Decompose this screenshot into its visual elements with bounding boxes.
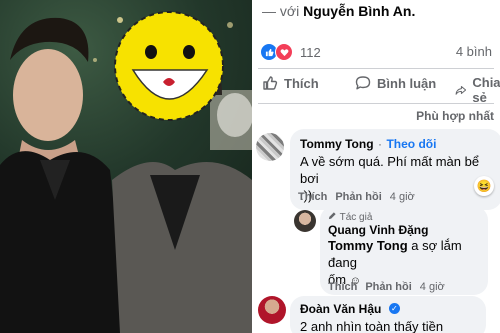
author-badge: Tác giả [328,211,480,223]
tag-line: — với Nguyễn Bình An. [262,3,415,19]
author-avatar[interactable] [294,210,316,232]
reply-like-button[interactable]: Thích [328,281,357,293]
comment-text: 2 anh nhìn toàn thấy tiền [300,319,444,333]
post-photo[interactable] [0,0,252,333]
comment-author[interactable]: Tommy Tong [300,137,374,151]
reaction-summary[interactable]: 112 [260,43,321,61]
comment-reply-button[interactable]: Phản hồi [335,191,381,203]
comment-label: Bình luận [377,75,437,91]
share-count[interactable]: 4 bình [456,44,492,59]
tagged-friend-link[interactable]: Nguyễn Bình An. [303,3,415,19]
comment-author[interactable]: Đoàn Văn Hậu [300,302,381,316]
comment-meta: Thích Phản hồi 4 giờ [298,191,415,203]
emoji-face-sticker [114,11,224,121]
commenter-avatar-blurred[interactable] [256,133,284,161]
share-label: Chia sẻ [472,75,500,105]
reply-meta: Thích Phản hồi 4 giờ [328,281,445,293]
share-button[interactable]: Chia sẻ [455,75,500,105]
reaction-emoji: 😆 [476,179,492,193]
share-arrow-icon [455,85,467,95]
thumbs-up-icon [263,76,278,90]
mention-link[interactable]: Tommy Tong [328,238,408,253]
comment-text: A về sớm quá. Phí mất màn bể bơi [300,154,480,186]
divider [258,68,494,69]
reaction-count: 112 [300,44,321,60]
comment-sort-dropdown[interactable]: Phù hợp nhất [416,109,494,123]
pencil-icon [328,212,336,220]
comment-button[interactable]: Bình luận [355,75,436,91]
post-actions: Thích Bình luận Chia sẻ [252,75,500,105]
like-label: Thích [284,75,319,91]
comment-like-button[interactable]: Thích [298,191,327,203]
facebook-post-panel: — với Nguyễn Bình An. 112 4 bình Thích B… [252,0,500,333]
comment-author[interactable]: Quang Vinh Đặng [328,223,480,237]
love-reaction-icon [275,43,293,61]
comment-bubble: Đoàn Văn Hậu ✓ 2 anh nhìn toàn thấy tiền [290,296,486,333]
separator-dot: · [378,137,382,151]
comment-icon [355,76,371,90]
divider [258,103,494,104]
reply-time[interactable]: 4 giờ [420,281,445,293]
comment-time[interactable]: 4 giờ [390,191,415,203]
sort-label: Phù hợp nhất [416,109,494,123]
like-button[interactable]: Thích [262,75,319,91]
tag-prefix: — với [262,3,304,19]
follow-button[interactable]: Theo dõi [386,137,436,151]
reply-reply-button[interactable]: Phản hồi [365,281,411,293]
verified-badge-icon: ✓ [388,303,400,315]
commenter-avatar[interactable] [258,296,286,324]
author-badge-label: Tác giả [339,212,373,223]
laughing-reaction-icon[interactable]: 😆 [474,176,494,196]
